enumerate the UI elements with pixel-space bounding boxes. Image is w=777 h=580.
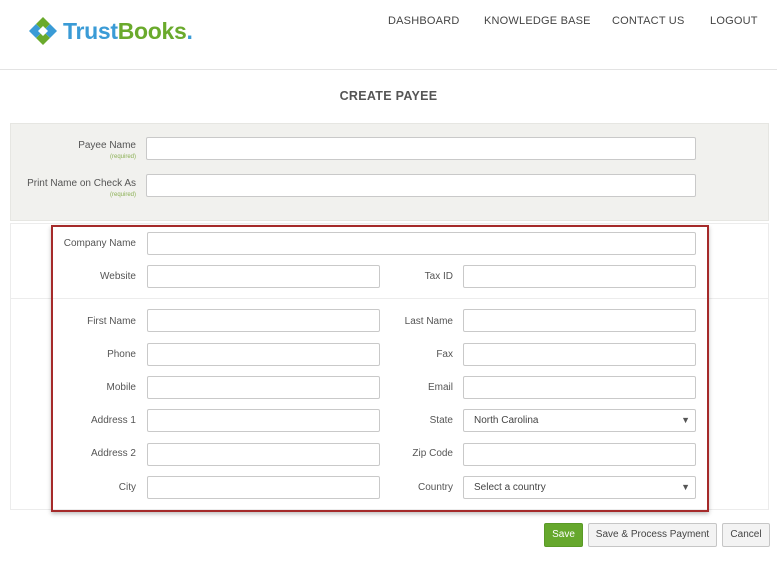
brand-name-dot: . (186, 17, 193, 44)
page-title: CREATE PAYEE (339, 89, 438, 103)
top-header: TrustBooks. DASHBOARD KNOWLEDGE BASE CON… (0, 0, 777, 70)
brand-name: TrustBooks. (63, 18, 193, 45)
payee-name-input[interactable] (146, 137, 696, 160)
payee-name-label: Payee Name (78, 140, 136, 151)
nav-logout[interactable]: LOGOUT (710, 15, 758, 27)
brand-name-books: Books (117, 17, 187, 44)
trustbooks-logo-icon (29, 17, 57, 45)
payee-name-required-hint: (required) (109, 154, 136, 160)
save-process-payment-button[interactable]: Save & Process Payment (588, 523, 717, 547)
save-button[interactable]: Save (544, 523, 583, 547)
brand-logo[interactable]: TrustBooks. (28, 16, 193, 46)
print-name-label: Print Name on Check As (27, 178, 136, 189)
nav-dashboard[interactable]: DASHBOARD (388, 15, 459, 27)
nav-knowledge-base[interactable]: KNOWLEDGE BASE (484, 15, 591, 27)
print-name-required-hint: (required) (109, 192, 136, 198)
cancel-button[interactable]: Cancel (722, 523, 770, 547)
brand-name-trust: Trust (63, 17, 118, 44)
nav-contact-us[interactable]: CONTACT US (612, 15, 685, 27)
print-name-input[interactable] (146, 174, 696, 197)
highlight-box (51, 225, 709, 512)
